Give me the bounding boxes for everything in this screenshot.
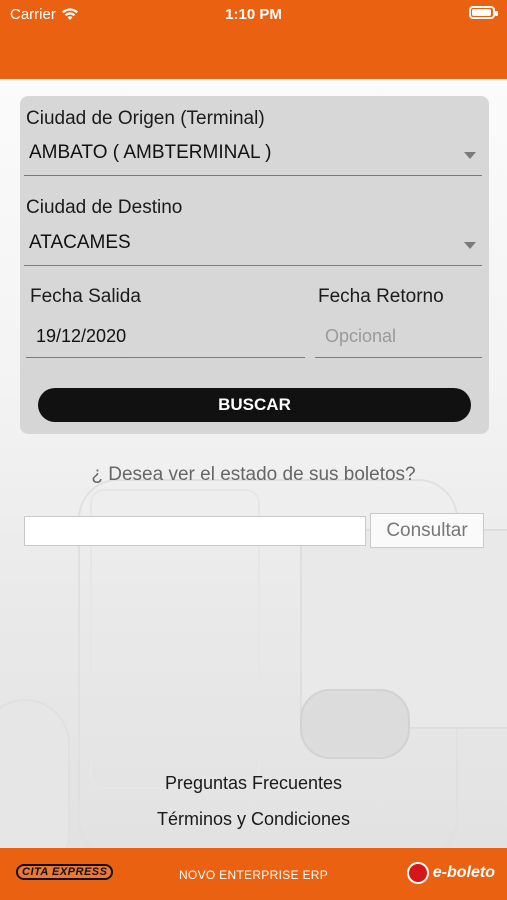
e-boleto-logo: e-boleto	[406, 862, 495, 884]
consult-button[interactable]: Consultar	[370, 513, 484, 548]
status-bar: Carrier 1:10 PM	[0, 0, 507, 28]
search-form-card: Ciudad de Origen (Terminal) AMBATO ( AMB…	[20, 96, 489, 434]
origin-value: AMBATO ( AMBTERMINAL )	[29, 142, 272, 163]
destination-select[interactable]: ATACAMES	[24, 226, 482, 266]
ticket-status-question: ¿ Desea ver el estado de sus boletos?	[91, 464, 416, 485]
faq-link[interactable]: Preguntas Frecuentes	[0, 773, 507, 794]
origin-label: Ciudad de Origen (Terminal)	[26, 108, 265, 129]
origin-select[interactable]: AMBATO ( AMBTERMINAL )	[24, 136, 482, 176]
return-date-label: Fecha Retorno	[318, 286, 444, 307]
footer-bar: CITA EXPRESS NOVO ENTERPRISE ERP e-bolet…	[0, 848, 507, 900]
chevron-down-icon	[464, 242, 476, 249]
departure-date-field[interactable]: 19/12/2020	[26, 318, 305, 358]
search-button[interactable]: BUSCAR	[38, 388, 471, 422]
return-date-field[interactable]: Opcional	[315, 318, 482, 358]
departure-date-value: 19/12/2020	[36, 326, 127, 346]
header-bar: Carrier 1:10 PM	[0, 0, 507, 79]
destination-value: ATACAMES	[29, 232, 131, 253]
return-date-placeholder: Opcional	[325, 326, 397, 346]
departure-date-label: Fecha Salida	[30, 286, 141, 307]
clock: 1:10 PM	[225, 6, 282, 23]
e-boleto-mark-icon	[406, 862, 429, 884]
battery-icon	[469, 6, 498, 19]
ticket-code-input[interactable]	[24, 516, 366, 546]
terms-link[interactable]: Términos y Condiciones	[0, 809, 507, 830]
destination-label: Ciudad de Destino	[26, 197, 183, 218]
chevron-down-icon	[464, 152, 476, 159]
